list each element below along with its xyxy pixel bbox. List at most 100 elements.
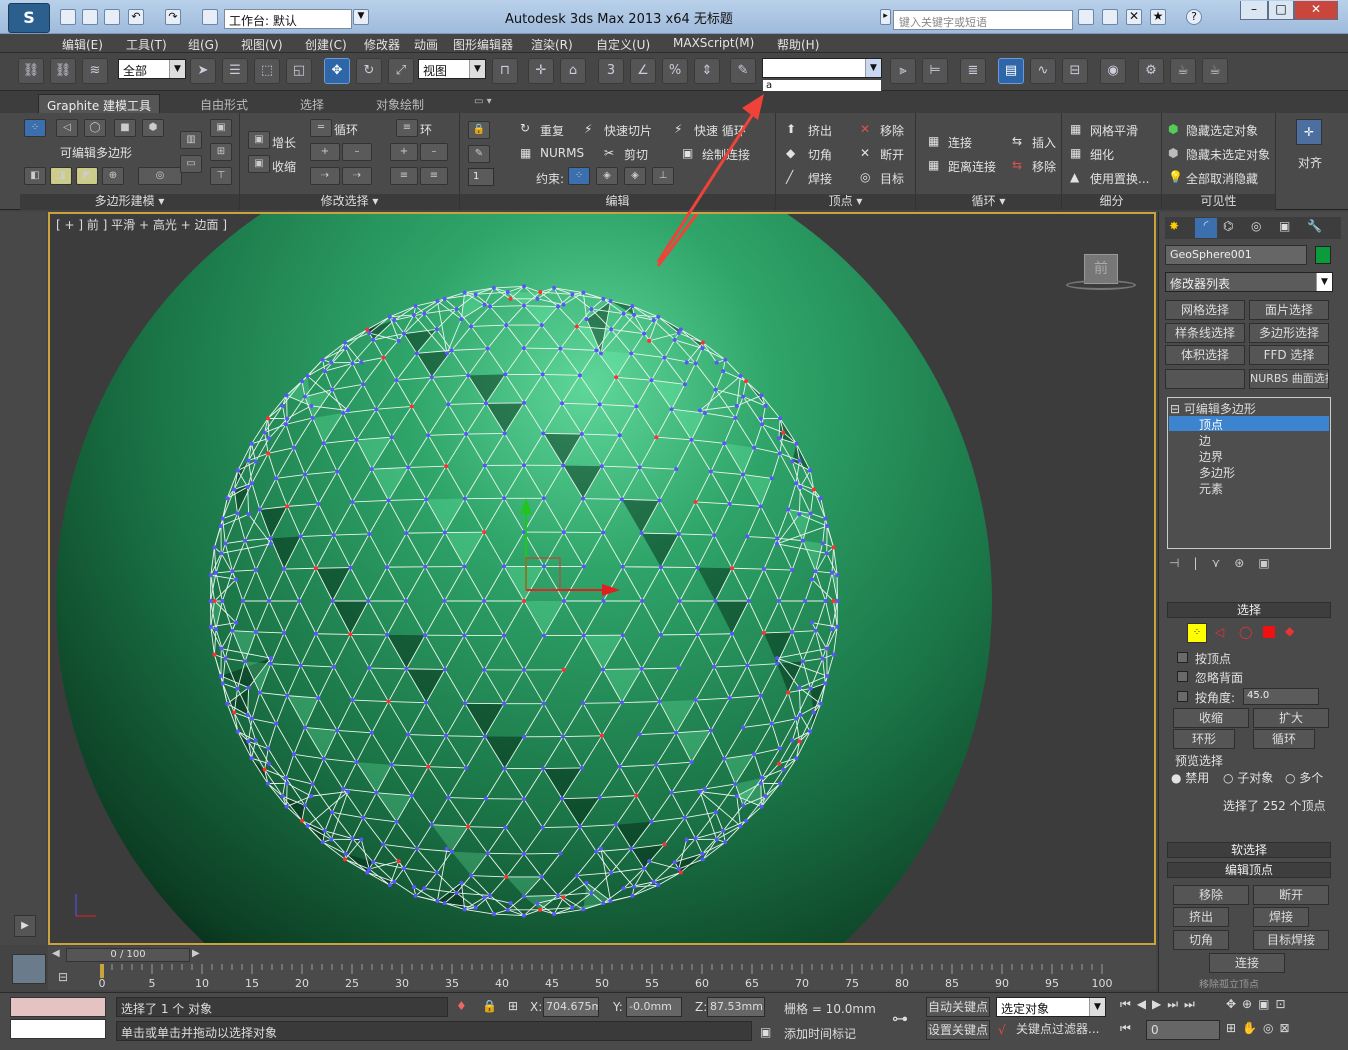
mesh-vertex[interactable] (581, 290, 586, 295)
mesh-vertex[interactable] (619, 497, 624, 502)
mesh-vertex[interactable] (435, 898, 440, 903)
mesh-vertex[interactable] (298, 534, 303, 539)
key-icon[interactable]: ⊶ (892, 1009, 908, 1028)
mesh-vertex[interactable] (649, 378, 654, 383)
menu-create[interactable]: 创建(C) (305, 36, 347, 53)
rollout-selection-header[interactable]: 选择 (1167, 602, 1331, 618)
time-tag-icon[interactable]: ▣ (760, 1025, 771, 1039)
mesh-vertex[interactable] (541, 564, 546, 569)
mesh-vertex[interactable] (640, 599, 645, 603)
key-filter-icon[interactable]: √ (998, 1023, 1006, 1037)
mesh-vertex[interactable] (599, 464, 604, 469)
connect-icon[interactable]: ▦ (928, 134, 939, 148)
mesh-vertex[interactable] (426, 433, 431, 438)
mesh-vertex[interactable] (274, 721, 279, 726)
preview-off-radio[interactable]: ● 禁用 (1171, 769, 1209, 786)
x-coord-field[interactable]: 704.675mm (543, 997, 599, 1017)
mesh-vertex[interactable] (389, 435, 394, 440)
mesh-vertex[interactable] (617, 764, 622, 769)
constraint-edge-icon[interactable]: ◈ (596, 167, 618, 185)
mesh-vertex[interactable] (539, 874, 544, 879)
angle-value-field[interactable]: 45.0 (1243, 688, 1319, 705)
symmetry-icon[interactable]: ◎ (138, 167, 182, 185)
mesh-vertex[interactable] (561, 895, 566, 900)
mesh-vertex[interactable] (346, 408, 350, 413)
mesh-vertex[interactable] (223, 541, 228, 546)
mesh-vertex[interactable] (442, 296, 447, 301)
mesh-vertex[interactable] (786, 507, 791, 512)
mesh-vertex[interactable] (798, 712, 803, 717)
mesh-vertex[interactable] (267, 599, 272, 603)
mesh-vertex[interactable] (745, 534, 750, 539)
mesh-vertex[interactable] (371, 860, 376, 865)
mesh-vertex[interactable] (266, 746, 271, 751)
object-name-field[interactable]: GeoSphere001 (1165, 245, 1307, 265)
mesh-vertex[interactable] (305, 374, 310, 379)
mesh-vertex[interactable] (702, 411, 707, 416)
mesh-vertex[interactable] (253, 459, 258, 464)
redo-icon[interactable]: ↷ (165, 9, 181, 25)
mesh-vertex[interactable] (781, 430, 786, 435)
mesh-vertex[interactable] (212, 652, 217, 657)
mesh-vertex[interactable] (599, 846, 603, 851)
mesh-vertex[interactable] (672, 860, 677, 865)
mesh-vertex[interactable] (291, 445, 296, 450)
mesh-vertex[interactable] (758, 504, 763, 509)
vertex-subobject-icon[interactable]: ⁘ (24, 119, 46, 137)
project-folder-icon[interactable] (202, 9, 218, 25)
mesh-vertex[interactable] (658, 565, 663, 570)
mesh-vertex[interactable] (249, 441, 254, 446)
mesh-vertex[interactable] (291, 752, 296, 757)
mesh-vertex[interactable] (579, 765, 584, 770)
mesh-vertex[interactable] (769, 476, 774, 481)
mesh-vertex[interactable] (676, 867, 681, 872)
ring-icon[interactable]: ≡ (396, 119, 418, 137)
mesh-vertex[interactable] (403, 599, 408, 603)
mesh-vertex[interactable] (225, 701, 230, 706)
shrink-label[interactable]: 收缩 (272, 158, 296, 175)
mesh-vertex[interactable] (713, 599, 718, 603)
chamfer-vertex-button[interactable]: 切角 (1173, 930, 1229, 950)
mesh-vertex[interactable] (798, 485, 803, 490)
mesh-vertex[interactable] (504, 874, 509, 879)
preview-multi-radio[interactable]: ○ 多个 (1285, 769, 1323, 786)
mesh-vertex[interactable] (760, 422, 765, 427)
repeat-icon[interactable]: ↻ (520, 121, 530, 135)
mesh-vertex[interactable] (584, 317, 589, 322)
mesh-vertex[interactable] (502, 564, 507, 569)
track-bar-icon[interactable]: ⊟ (58, 970, 82, 988)
mesh-vertex[interactable] (620, 633, 625, 638)
mesh-vertex[interactable] (733, 782, 738, 787)
mesh-vertex[interactable] (320, 840, 325, 845)
mesh-vertex[interactable] (577, 824, 582, 829)
show-cage-icon[interactable]: ⊞ (210, 143, 232, 161)
mesh-vertex[interactable] (759, 393, 764, 398)
mesh-vertex[interactable] (285, 781, 290, 786)
mesh-vertex[interactable] (676, 666, 681, 671)
timeline-next-icon[interactable]: ▶ (192, 948, 206, 962)
mesh-vertex[interactable] (442, 667, 447, 672)
mesh-vertex[interactable] (220, 516, 225, 521)
mesh-vertex[interactable] (502, 431, 507, 436)
mesh-vertex[interactable] (730, 631, 735, 636)
mesh-vertex[interactable] (682, 382, 687, 387)
shrink-icon[interactable]: ▣ (248, 155, 270, 173)
bind-spacewarp-icon[interactable]: ≋ (82, 58, 108, 84)
viewcube-ring[interactable] (1066, 280, 1136, 290)
mesh-vertex[interactable] (540, 825, 545, 830)
constraint-face-icon[interactable]: ◈ (624, 167, 646, 185)
mesh-vertex[interactable] (835, 624, 840, 629)
mesh-vertex[interactable] (394, 819, 399, 824)
mesh-vertex[interactable] (502, 701, 507, 706)
mesh-vertex[interactable] (359, 837, 364, 842)
mesh-vertex[interactable] (601, 296, 606, 301)
mesh-vertex[interactable] (429, 822, 434, 827)
mesh-vertex[interactable] (597, 402, 602, 407)
mesh-vertex[interactable] (823, 681, 828, 686)
mesh-vertex[interactable] (678, 327, 683, 332)
cut-label[interactable]: 剪切 (624, 146, 648, 163)
mesh-vertex[interactable] (299, 379, 304, 384)
mesh-vertex[interactable] (777, 451, 782, 456)
mesh-vertex[interactable] (423, 564, 428, 569)
mesh-vertex[interactable] (642, 331, 647, 336)
